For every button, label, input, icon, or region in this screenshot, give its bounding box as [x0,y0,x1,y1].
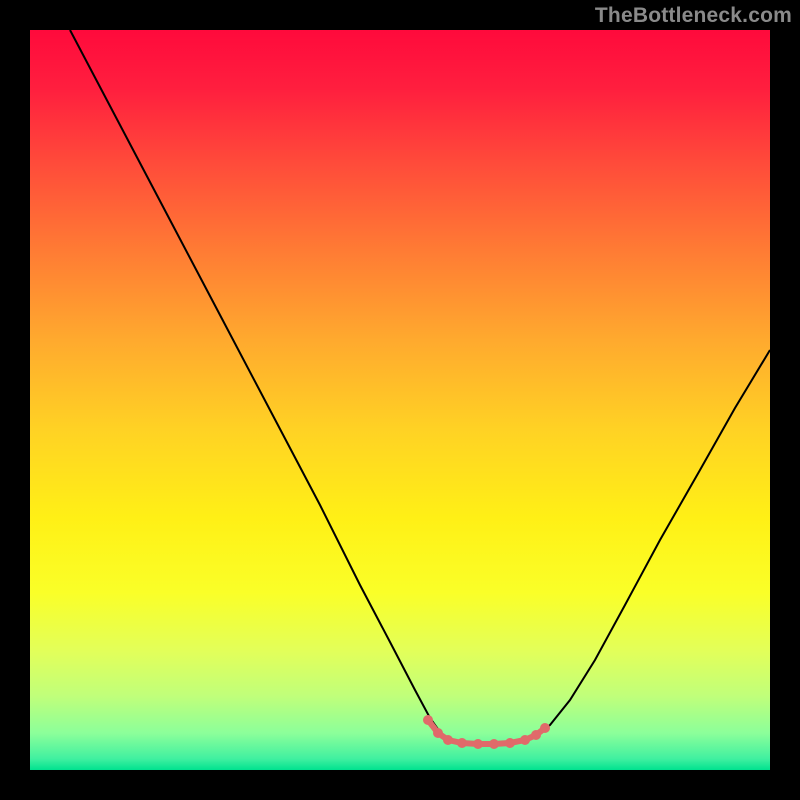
highlight-dot [540,723,550,733]
highlight-dot [423,715,433,725]
chart-svg [30,30,770,770]
highlight-dot [433,728,443,738]
highlight-dot [531,730,541,740]
highlight-dot [457,738,467,748]
highlight-dot [489,739,499,749]
highlight-dot [505,738,515,748]
highlight-dot [520,735,530,745]
highlight-dot [443,735,453,745]
highlight-dot [473,739,483,749]
plot-area [30,30,770,770]
chart-frame: TheBottleneck.com [0,0,800,800]
gradient-background [30,30,770,770]
watermark-label: TheBottleneck.com [595,4,792,28]
